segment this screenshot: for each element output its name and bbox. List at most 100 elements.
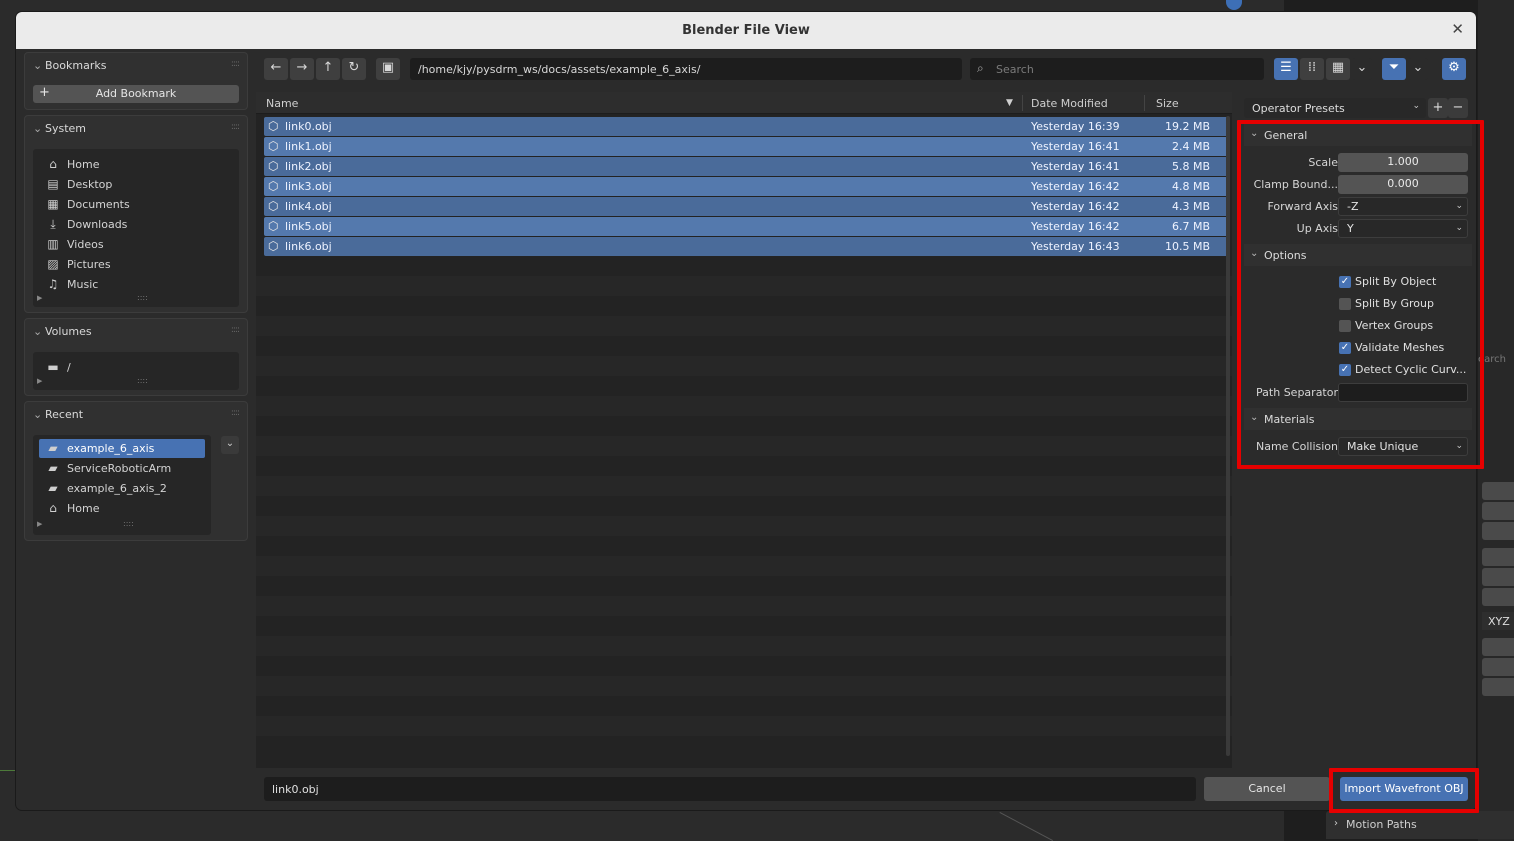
chevron-down-icon: ⌄ bbox=[1356, 60, 1368, 75]
system-item-downloads[interactable]: ⤓ Downloads bbox=[39, 215, 205, 234]
panel-grip-icon[interactable]: :::: bbox=[231, 408, 240, 418]
options-section-header[interactable]: ⌄ Options bbox=[1244, 244, 1472, 266]
scale-field[interactable]: 1.000 bbox=[1338, 153, 1468, 172]
background-button[interactable] bbox=[1482, 482, 1514, 500]
settings-toggle-button[interactable]: ⚙ bbox=[1442, 58, 1466, 80]
system-header[interactable]: ⌄ System bbox=[33, 122, 86, 135]
column-header-size[interactable]: Size bbox=[1156, 97, 1179, 110]
forward-axis-label: Forward Axis bbox=[1267, 200, 1338, 213]
directory-path-input[interactable]: /home/kjy/pysdrm_ws/docs/assets/example_… bbox=[410, 58, 962, 80]
background-search-field[interactable]: earch bbox=[1478, 352, 1514, 370]
background-button[interactable] bbox=[1482, 568, 1514, 586]
expand-arrow-icon[interactable]: ▶ bbox=[37, 377, 42, 385]
volumes-header[interactable]: ⌄ Volumes bbox=[33, 325, 92, 338]
forward-axis-select[interactable]: -Z ⌄ bbox=[1338, 197, 1468, 216]
close-icon[interactable]: ✕ bbox=[1451, 20, 1464, 38]
vertex-groups-checkbox[interactable]: Vertex Groups bbox=[1338, 318, 1433, 334]
panel-grip-icon[interactable]: :::: bbox=[231, 59, 240, 69]
clamp-bounding-box-field[interactable]: 0.000 bbox=[1338, 175, 1468, 194]
system-item-desktop[interactable]: ▤ Desktop bbox=[39, 175, 205, 194]
recent-item-servicerobticarm[interactable]: ▰ ServiceRoboticArm bbox=[39, 459, 205, 478]
recent-item-label: example_6_axis bbox=[67, 442, 155, 455]
add-preset-button[interactable]: + bbox=[1428, 98, 1448, 118]
forward-axis-value: -Z bbox=[1347, 200, 1359, 213]
panel-grip-icon[interactable]: :::: bbox=[231, 122, 240, 132]
chevron-down-icon: ⌄ bbox=[33, 408, 43, 421]
table-row[interactable]: ⬡ link1.obj Yesterday 16:41 2.4 MB bbox=[264, 137, 1228, 156]
cancel-button[interactable]: Cancel bbox=[1204, 777, 1330, 801]
system-item-videos[interactable]: ▥ Videos bbox=[39, 235, 205, 254]
resize-grip-icon[interactable]: :::: bbox=[123, 519, 134, 528]
detect-cyclic-curves-checkbox[interactable]: ✓ Detect Cyclic Curv... bbox=[1338, 362, 1466, 378]
system-item-documents[interactable]: ▦ Documents bbox=[39, 195, 205, 214]
volume-item-root[interactable]: ▬ / bbox=[39, 358, 205, 377]
table-row[interactable]: ⬡ link0.obj Yesterday 16:39 19.2 MB bbox=[264, 117, 1228, 136]
search-input[interactable]: ⌕ Search bbox=[970, 58, 1264, 80]
system-item-music[interactable]: ♫ Music bbox=[39, 275, 205, 294]
column-divider[interactable] bbox=[1022, 95, 1023, 111]
background-button[interactable] bbox=[1482, 588, 1514, 606]
background-button[interactable] bbox=[1482, 522, 1514, 540]
resize-grip-icon[interactable]: :::: bbox=[137, 293, 148, 302]
system-item-pictures[interactable]: ▨ Pictures bbox=[39, 255, 205, 274]
recent-header[interactable]: ⌄ Recent bbox=[33, 408, 83, 421]
chevron-down-icon: ⌄ bbox=[33, 122, 43, 135]
column-header-date[interactable]: Date Modified bbox=[1031, 97, 1108, 110]
table-row[interactable]: ⬡ link5.obj Yesterday 16:42 6.7 MB bbox=[264, 217, 1228, 236]
general-section-header[interactable]: ⌄ General bbox=[1244, 124, 1472, 146]
bookmarks-header[interactable]: ⌄ Bookmarks bbox=[33, 59, 106, 72]
split-by-object-checkbox[interactable]: ✓ Split By Object bbox=[1338, 274, 1436, 290]
background-button[interactable] bbox=[1482, 548, 1514, 566]
gear-icon: ⚙ bbox=[1448, 60, 1460, 75]
background-badge bbox=[1226, 0, 1242, 10]
table-row[interactable]: ⬡ link2.obj Yesterday 16:41 5.8 MB bbox=[264, 157, 1228, 176]
display-list-horizontal-button[interactable]: ⁞⁞ bbox=[1300, 58, 1324, 80]
panel-grip-icon[interactable]: :::: bbox=[231, 325, 240, 335]
display-list-vertical-button[interactable]: ☰ bbox=[1274, 58, 1298, 80]
arrow-up-icon: ↑ bbox=[322, 60, 334, 75]
background-button[interactable] bbox=[1482, 658, 1514, 676]
path-separator-input[interactable] bbox=[1338, 383, 1468, 402]
operator-presets-dropdown[interactable]: Operator Presets ⌄ bbox=[1244, 98, 1426, 118]
system-item-home[interactable]: ⌂ Home bbox=[39, 155, 205, 174]
column-divider[interactable] bbox=[1144, 95, 1145, 111]
motion-paths-panel[interactable]: › Motion Paths bbox=[1326, 811, 1514, 839]
sort-descending-icon[interactable]: ▼ bbox=[1006, 98, 1013, 108]
expand-arrow-icon[interactable]: ▶ bbox=[37, 294, 42, 302]
resize-grip-icon[interactable]: :::: bbox=[137, 376, 148, 385]
validate-meshes-checkbox[interactable]: ✓ Validate Meshes bbox=[1338, 340, 1444, 356]
column-header-name[interactable]: Name bbox=[266, 97, 298, 110]
parent-directory-button[interactable]: ↑ bbox=[316, 58, 340, 80]
background-button[interactable] bbox=[1482, 678, 1514, 696]
filename-input[interactable]: link0.obj bbox=[264, 777, 1196, 801]
empty-row bbox=[256, 396, 1232, 416]
background-button[interactable] bbox=[1482, 502, 1514, 520]
recent-item-home[interactable]: ⌂ Home bbox=[39, 499, 205, 518]
recent-item-example-6-axis[interactable]: ▰ example_6_axis bbox=[39, 439, 205, 458]
background-button[interactable] bbox=[1482, 638, 1514, 656]
expand-arrow-icon[interactable]: ▶ bbox=[37, 520, 42, 528]
display-thumbnails-button[interactable]: ▦ bbox=[1326, 58, 1350, 80]
refresh-button[interactable]: ↻ bbox=[342, 58, 366, 80]
recent-dropdown-button[interactable]: ⌄ bbox=[221, 436, 239, 454]
split-by-group-checkbox[interactable]: Split By Group bbox=[1338, 296, 1434, 312]
import-wavefront-obj-button[interactable]: Import Wavefront OBJ bbox=[1340, 777, 1468, 801]
table-row[interactable]: ⬡ link6.obj Yesterday 16:43 10.5 MB bbox=[264, 237, 1228, 256]
filter-toggle-button[interactable]: ⏷ bbox=[1382, 58, 1406, 80]
add-bookmark-button[interactable]: + Add Bookmark bbox=[33, 85, 239, 103]
empty-row bbox=[256, 516, 1232, 536]
file-list-scrollbar[interactable] bbox=[1226, 116, 1230, 756]
volumes-list: ▬ / :::: ▶ bbox=[33, 352, 239, 390]
recent-item-example-6-axis-2[interactable]: ▰ example_6_axis_2 bbox=[39, 479, 205, 498]
new-folder-button[interactable]: ▣ bbox=[376, 58, 400, 80]
forward-button[interactable]: → bbox=[290, 58, 314, 80]
table-row[interactable]: ⬡ link4.obj Yesterday 16:42 4.3 MB bbox=[264, 197, 1228, 216]
display-options-dropdown[interactable]: ⌄ bbox=[1352, 58, 1372, 80]
table-row[interactable]: ⬡ link3.obj Yesterday 16:42 4.8 MB bbox=[264, 177, 1228, 196]
name-collision-select[interactable]: Make Unique ⌄ bbox=[1338, 437, 1468, 456]
back-button[interactable]: ← bbox=[264, 58, 288, 80]
materials-section-header[interactable]: ⌄ Materials bbox=[1244, 408, 1472, 430]
up-axis-select[interactable]: Y ⌄ bbox=[1338, 219, 1468, 238]
filter-options-dropdown[interactable]: ⌄ bbox=[1408, 58, 1428, 80]
remove-preset-button[interactable]: − bbox=[1448, 98, 1468, 118]
